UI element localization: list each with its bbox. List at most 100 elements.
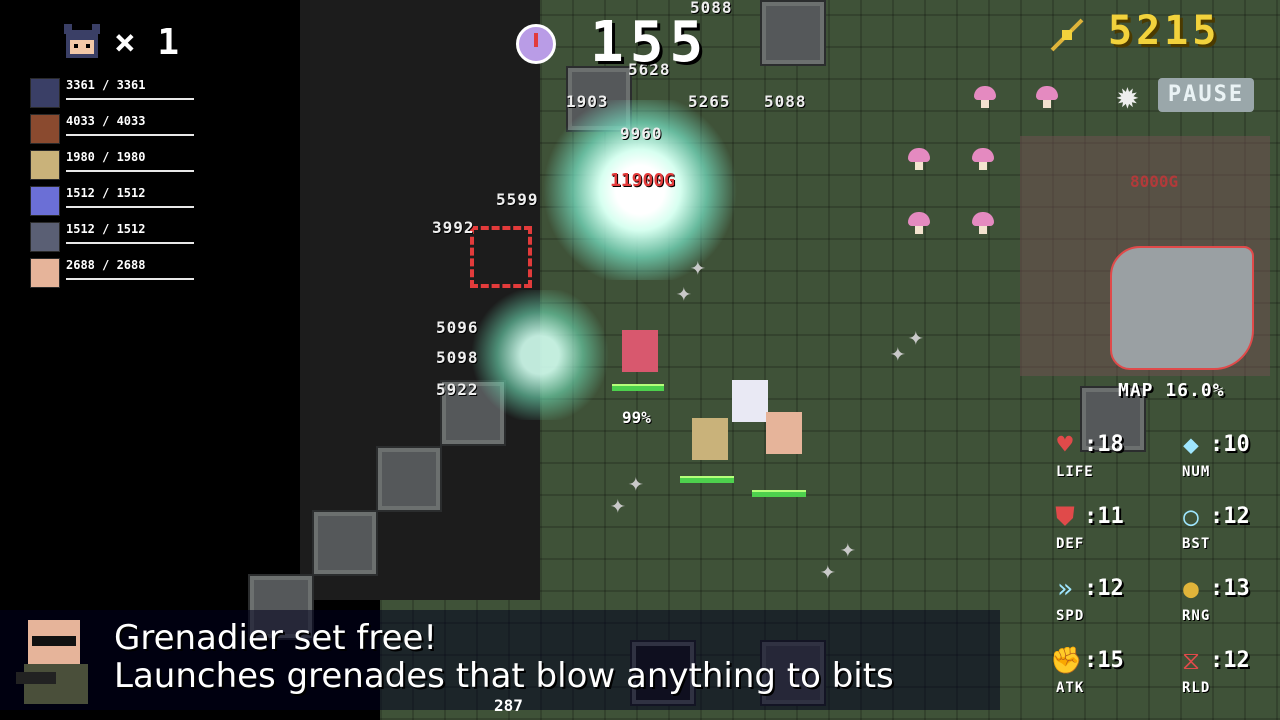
mushroom-enemy xyxy=(972,212,994,234)
stat-value: :10 xyxy=(1210,432,1250,457)
stat-num: ◆ :10 NUM xyxy=(1176,430,1276,490)
shuriken-projectile: ✦ xyxy=(890,338,906,368)
party-hp: 3361 / 3361 xyxy=(66,78,146,92)
pause-label: PAUSE xyxy=(1158,78,1254,112)
elf-character xyxy=(692,418,728,460)
gold-key-icon xyxy=(1050,18,1084,52)
damage-number: 9960 xyxy=(620,124,663,143)
party-member: 2688 / 2688 xyxy=(30,258,194,288)
stat-value: :15 xyxy=(1084,648,1124,673)
party-member: 1980 / 1980 xyxy=(30,150,194,180)
shuriken-projectile: ✦ xyxy=(840,534,856,564)
shield-icon: ⛊ xyxy=(1055,502,1075,532)
elf-face-icon xyxy=(30,150,60,180)
potion-icon: ♥ xyxy=(1057,430,1073,460)
hero-character xyxy=(622,330,658,372)
hourglass-icon: ⧖ xyxy=(1181,646,1201,676)
mushroom-enemy xyxy=(1036,86,1058,108)
hp-underline xyxy=(66,278,194,280)
damage-number: 5265 xyxy=(688,92,731,111)
minimap: 8000G xyxy=(1020,136,1270,376)
stat-label: LIFE xyxy=(1056,464,1094,480)
shuriken-projectile: ✦ xyxy=(610,490,626,520)
stat-label: RNG xyxy=(1182,608,1211,624)
damage-number: 1903 xyxy=(566,92,609,111)
bomb-icon: ● xyxy=(1183,574,1199,604)
party-member: 1512 / 1512 xyxy=(30,222,194,252)
banner-title: Grenadier set free! xyxy=(114,618,438,658)
mushroom-enemy xyxy=(972,148,994,170)
damage-number: 3992 xyxy=(432,218,475,237)
stat-value: :13 xyxy=(1210,576,1250,601)
stat-label: RLD xyxy=(1182,680,1211,696)
damage-number: 5088 xyxy=(764,92,807,111)
party-member: 3361 / 3361 xyxy=(30,78,194,108)
grenadier-face-icon xyxy=(30,258,60,288)
stone-block xyxy=(760,0,826,66)
shuriken-projectile: ✦ xyxy=(676,278,692,308)
party-hp: 2688 / 2688 xyxy=(66,258,146,272)
damage-number: 5096 xyxy=(436,318,479,337)
pause-button[interactable]: ✹ PAUSE xyxy=(1116,76,1256,114)
stat-value: :18 xyxy=(1084,432,1124,457)
hp-bar xyxy=(680,476,734,483)
gold-popup: 11900G xyxy=(610,170,676,191)
stat-life: ♥ :18 LIFE xyxy=(1050,430,1150,490)
damage-number: 5098 xyxy=(436,348,479,367)
stat-rng: ● :13 RNG xyxy=(1176,574,1276,634)
rabbit-face-icon xyxy=(30,186,60,216)
stat-label: BST xyxy=(1182,536,1211,552)
shuriken-projectile: ✦ xyxy=(908,322,924,352)
warrior-face-icon xyxy=(30,78,60,108)
gear-icon: ✹ xyxy=(1116,73,1139,117)
party-hp: 1512 / 1512 xyxy=(66,186,146,200)
fighter-face-icon xyxy=(30,222,60,252)
clock-icon xyxy=(516,24,556,64)
mushroom-enemy xyxy=(908,212,930,234)
grenadier-character xyxy=(766,412,802,454)
hp-bar xyxy=(612,384,664,391)
explosion-effect xyxy=(470,290,610,420)
mushroom-enemy xyxy=(974,86,996,108)
stat-spd: » :12 SPD xyxy=(1050,574,1150,634)
stat-label: ATK xyxy=(1056,680,1085,696)
shuriken-projectile: ✦ xyxy=(820,556,836,586)
target-reticle xyxy=(470,226,532,288)
damage-number: 5599 xyxy=(496,190,539,209)
stat-bst: ○ :12 BST xyxy=(1176,502,1276,562)
damage-number: 287 xyxy=(494,696,523,715)
mushroom-enemy xyxy=(908,148,930,170)
party-hp: 1980 / 1980 xyxy=(66,150,146,164)
grenadier-portrait-icon xyxy=(16,620,88,704)
stat-label: SPD xyxy=(1056,608,1085,624)
stat-value: :11 xyxy=(1084,504,1124,529)
stat-value: :12 xyxy=(1210,504,1250,529)
hp-bar xyxy=(752,490,806,497)
map-progress: MAP 16.0% xyxy=(1118,380,1225,401)
party-member: 1512 / 1512 xyxy=(30,186,194,216)
damage-number: 5922 xyxy=(436,380,479,399)
stat-def: ⛊ :11 DEF xyxy=(1050,502,1150,562)
stat-label: DEF xyxy=(1056,536,1085,552)
stat-label: NUM xyxy=(1182,464,1211,480)
stat-value: :12 xyxy=(1210,648,1250,673)
hp-underline xyxy=(66,242,194,244)
banner-description: Launches grenades that blow anything to … xyxy=(114,656,894,696)
hp-underline xyxy=(66,134,194,136)
party-member: 4033 / 4033 xyxy=(30,114,194,144)
stone-block xyxy=(376,446,442,512)
party-hp: 4033 / 4033 xyxy=(66,114,146,128)
boot-icon: » xyxy=(1057,574,1073,604)
explored-area xyxy=(1110,246,1254,370)
lives-count: × 1 xyxy=(114,22,180,63)
beast-face-icon xyxy=(30,114,60,144)
stat-value: :12 xyxy=(1084,576,1124,601)
hp-underline xyxy=(66,206,194,208)
percent-text: 99% xyxy=(622,408,651,427)
stat-atk: ✊ :15 ATK xyxy=(1050,646,1150,706)
stat-rld: ⧖ :12 RLD xyxy=(1176,646,1276,706)
player-face-icon xyxy=(64,24,100,58)
timer-display: 155 xyxy=(590,10,710,75)
crystal-icon: ◆ xyxy=(1183,430,1199,460)
fist-icon: ✊ xyxy=(1050,646,1083,676)
